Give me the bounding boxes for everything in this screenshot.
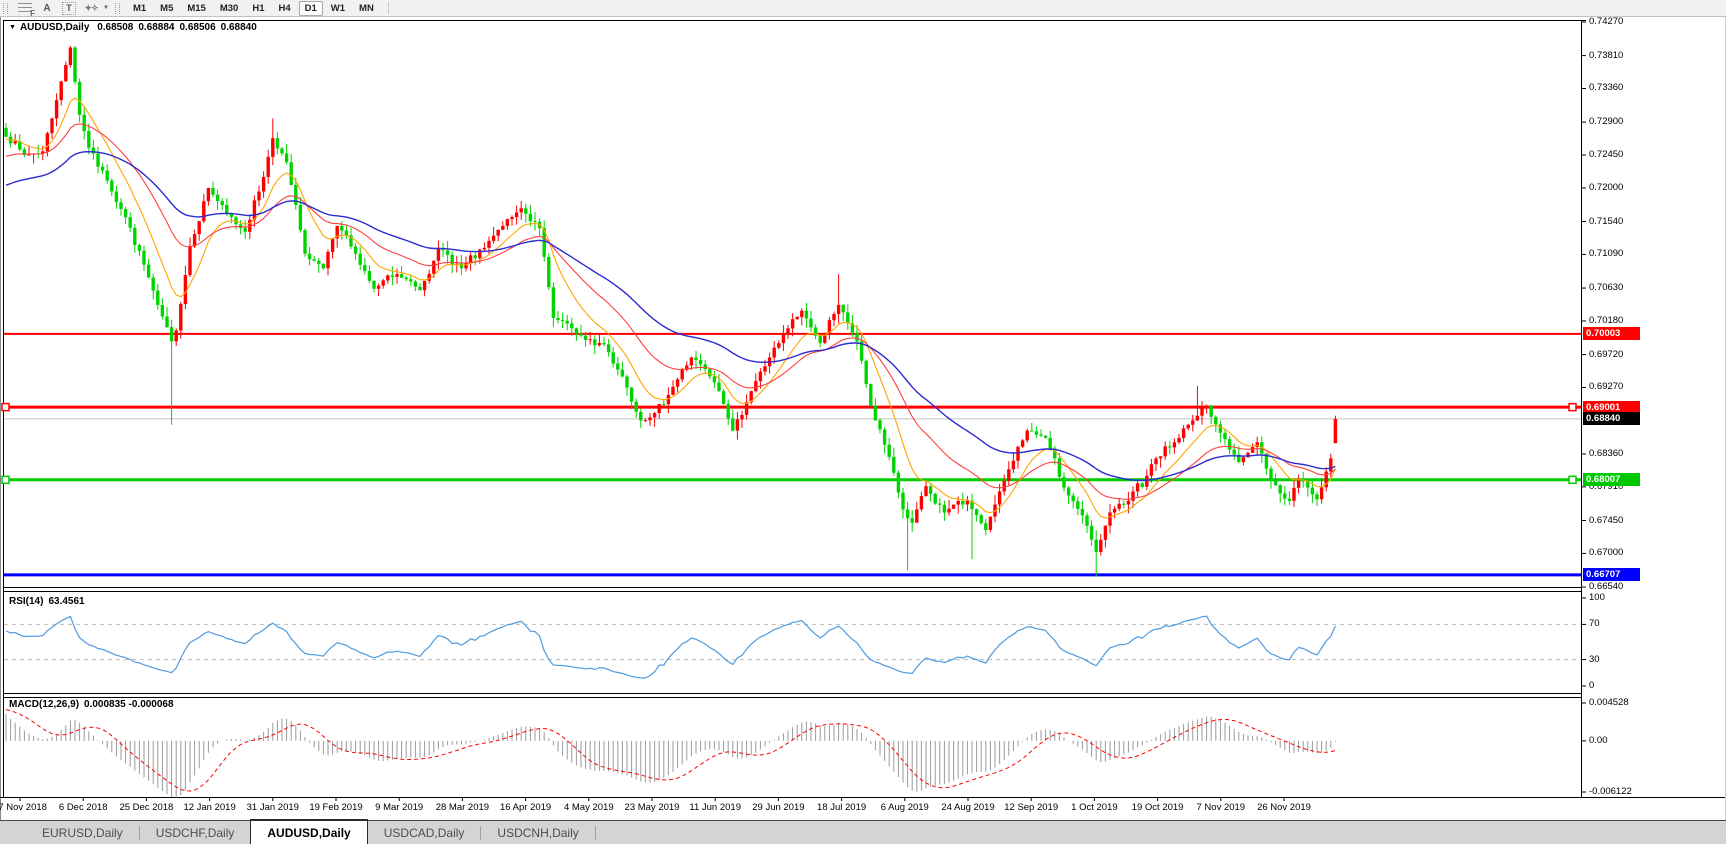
chart-tab-bar: EURUSD,Daily USDCHF,Daily AUDUSD,Daily U… <box>0 820 1726 844</box>
macd-values: 0.000835 -0.000068 <box>84 699 174 710</box>
support-price-badge-2: 0.66707 <box>1583 568 1640 581</box>
timeframe-m15-button[interactable]: M15 <box>181 1 211 16</box>
toolbar: F A T ✦✧ ▼ M1 M5 M15 M30 H1 H4 D1 W1 MN <box>0 0 1726 17</box>
text-icon[interactable]: A <box>38 2 56 15</box>
timeframe-m1-button[interactable]: M1 <box>127 1 152 16</box>
rsi-label: RSI(14) <box>9 596 43 607</box>
tab-audusd[interactable]: AUDUSD,Daily <box>250 819 367 844</box>
rsi-value: 63.4561 <box>48 596 84 607</box>
close-value: 0.68840 <box>221 22 257 33</box>
chart-title: ▼ AUDUSD,Daily 0.68508 0.68884 0.68506 0.688… <box>9 22 257 33</box>
macd-label: MACD(12,26,9) <box>9 699 79 710</box>
label-icon[interactable]: T <box>60 2 78 15</box>
timeframe-h4-button[interactable]: H4 <box>272 1 296 16</box>
open-value: 0.68508 <box>97 22 133 33</box>
toolbar-separator <box>388 2 389 14</box>
arrows-icon[interactable]: ✦✧ <box>82 2 100 15</box>
macd-title: MACD(12,26,9) 0.000835 -0.000068 <box>9 699 174 710</box>
tab-usdcad[interactable]: USDCAD,Daily <box>368 821 481 844</box>
low-value: 0.68506 <box>180 22 216 33</box>
support-price-badge: 0.68007 <box>1583 473 1640 486</box>
timeframe-m30-button[interactable]: M30 <box>214 1 244 16</box>
toolbar-grip-2[interactable] <box>115 3 120 14</box>
tab-eurusd[interactable]: EURUSD,Daily <box>26 821 139 844</box>
chart-canvas[interactable] <box>0 0 1726 844</box>
metatrader-window: F A T ✦✧ ▼ M1 M5 M15 M30 H1 H4 D1 W1 MN … <box>0 0 1726 844</box>
symbol-label: AUDUSD,Daily <box>20 22 89 33</box>
timeframe-d1-button[interactable]: D1 <box>299 1 323 16</box>
label-icon-box: T <box>62 2 76 15</box>
tab-separator <box>595 826 596 840</box>
timeframe-h1-button[interactable]: H1 <box>246 1 270 16</box>
high-value: 0.68884 <box>138 22 174 33</box>
last-price-badge: 0.68840 <box>1583 412 1640 425</box>
timeframe-mn-button[interactable]: MN <box>353 1 380 16</box>
collapse-arrow-icon[interactable]: ▼ <box>9 24 16 31</box>
rsi-title: RSI(14) 63.4561 <box>9 596 85 607</box>
toolbar-grip[interactable] <box>3 3 8 14</box>
timeframe-m5-button[interactable]: M5 <box>154 1 179 16</box>
timeframe-w1-button[interactable]: W1 <box>325 1 351 16</box>
dropdown-caret-icon[interactable]: ▼ <box>103 5 109 11</box>
tab-usdcnh[interactable]: USDCNH,Daily <box>481 821 594 844</box>
fibonacci-icon[interactable]: F <box>16 2 34 15</box>
resistance-price-badge: 0.70003 <box>1583 327 1640 340</box>
tab-usdchf[interactable]: USDCHF,Daily <box>140 821 251 844</box>
